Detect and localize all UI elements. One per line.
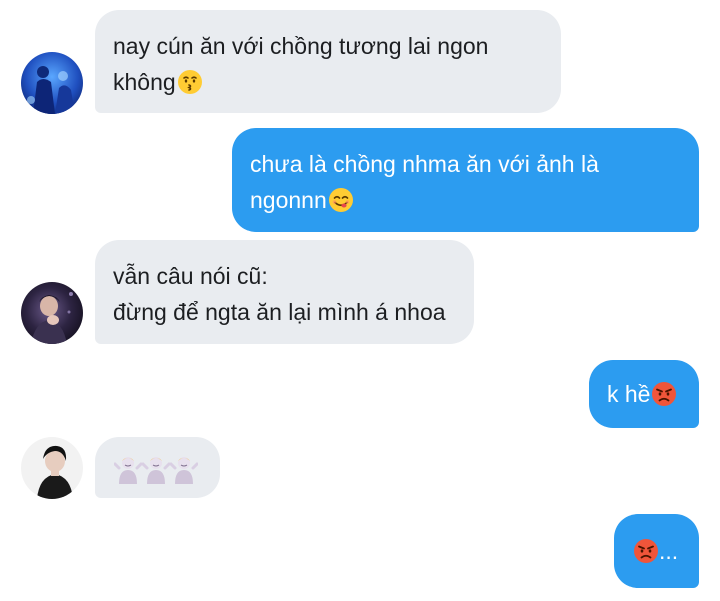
person-shrugging-emoji	[170, 454, 198, 484]
message-text-line: vẫn câu nói cũ:	[113, 263, 268, 289]
person-shrugging-emoji	[142, 454, 170, 484]
message-text-line: đừng để ngta ăn lại mình á nhoa	[113, 299, 446, 325]
avatar[interactable]	[21, 52, 83, 114]
avatar-image-light	[21, 437, 83, 499]
kissing-face-emoji	[177, 69, 203, 95]
message-text: k hề	[607, 381, 651, 407]
outgoing-message-bubble[interactable]: ...	[614, 514, 699, 588]
message-text-line: chưa là chồng nhma ăn với ảnh là	[250, 151, 599, 177]
message-text-line: nay cún ăn với chồng tương lai ngon	[113, 33, 489, 59]
avatar-image-dark	[21, 282, 83, 344]
incoming-message-bubble[interactable]: vẫn câu nói cũ: đừng để ngta ăn lại mình…	[95, 240, 474, 344]
person-shrugging-emoji	[114, 454, 142, 484]
avatar[interactable]	[21, 282, 83, 344]
message-text-line: ngonnn	[250, 187, 327, 213]
yum-face-emoji	[328, 187, 354, 213]
message-text-line: không	[113, 69, 176, 95]
message-text: ...	[659, 538, 679, 564]
outgoing-message-bubble[interactable]: chưa là chồng nhma ăn với ảnh là ngonnn	[232, 128, 699, 232]
avatar-image-blue	[21, 52, 83, 114]
avatar[interactable]	[21, 437, 83, 499]
angry-face-emoji	[633, 538, 659, 564]
outgoing-message-bubble[interactable]: k hề	[589, 360, 699, 428]
incoming-message-bubble[interactable]: nay cún ăn với chồng tương lai ngon khôn…	[95, 10, 561, 113]
incoming-emoji-bubble[interactable]	[95, 437, 220, 498]
angry-face-emoji	[651, 381, 677, 407]
